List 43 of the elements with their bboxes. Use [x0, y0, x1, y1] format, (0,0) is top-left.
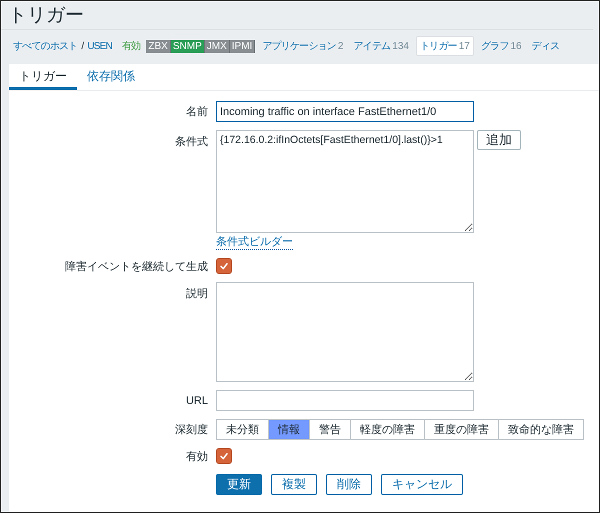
host-link[interactable]: USEN [87, 40, 112, 52]
form-button[interactable]: 複製 [271, 474, 317, 495]
checkmark-icon [218, 450, 230, 462]
severity-option[interactable]: 重度の障害 [424, 419, 499, 440]
tab[interactable]: 依存関係 [77, 64, 145, 90]
checkbox[interactable] [216, 448, 232, 464]
name-field[interactable]: Incoming traffic on interface FastEthernet1/0 [216, 101, 474, 122]
add-button[interactable]: 追加 [477, 130, 521, 150]
field-label: 深刻度 [174, 422, 209, 437]
form-button[interactable]: キャンセル [381, 474, 463, 495]
field-label: 条件式 [174, 135, 209, 149]
severity-option[interactable]: 致命的な障害 [498, 419, 584, 440]
form-button[interactable]: 削除 [326, 474, 372, 495]
page-title: トリガー [8, 4, 84, 28]
field-label: 説明 [185, 287, 209, 301]
checkmark-icon [218, 260, 230, 272]
update-button[interactable]: 更新 [216, 474, 262, 495]
interface-badge: IPMI [230, 40, 256, 52]
host-nav-link[interactable]: ディス [528, 36, 562, 56]
host-nav-link[interactable]: グラフ 16 [478, 36, 525, 56]
severity-option[interactable]: 軽度の障害 [350, 419, 425, 440]
description-field[interactable] [216, 282, 474, 382]
host-list-link[interactable]: すべてのホスト [13, 39, 78, 53]
field-label: 有効 [185, 450, 209, 464]
breadcrumb-separator: / [81, 40, 84, 52]
expression-field[interactable]: {172.16.0.2:ifInOctets[FastEthernet1/0].last()}>1 [216, 130, 474, 233]
interface-badge: ZBX [146, 40, 171, 52]
field-label: URL [184, 394, 209, 406]
expression-builder-link[interactable]: 条件式ビルダー [216, 236, 293, 250]
host-nav-link[interactable]: トリガー 17 [416, 36, 474, 56]
host-nav-link[interactable]: アプリケーション 2 [259, 36, 346, 56]
severity-option[interactable]: 未分類 [216, 419, 269, 440]
host-nav-link[interactable]: アイテム 134 [350, 36, 412, 56]
url-field[interactable] [216, 390, 474, 411]
tab[interactable]: トリガー [9, 64, 77, 90]
host-status: 有効 [122, 40, 140, 53]
severity-option[interactable]: 警告 [309, 419, 351, 440]
field-label: 障害イベントを継続して生成 [64, 260, 209, 274]
interface-badge: SNMP [170, 40, 205, 52]
severity-option[interactable]: 情報 [268, 419, 310, 440]
field-label: 名前 [185, 105, 209, 119]
checkbox[interactable] [216, 258, 232, 274]
interface-badge: JMX [204, 40, 230, 52]
